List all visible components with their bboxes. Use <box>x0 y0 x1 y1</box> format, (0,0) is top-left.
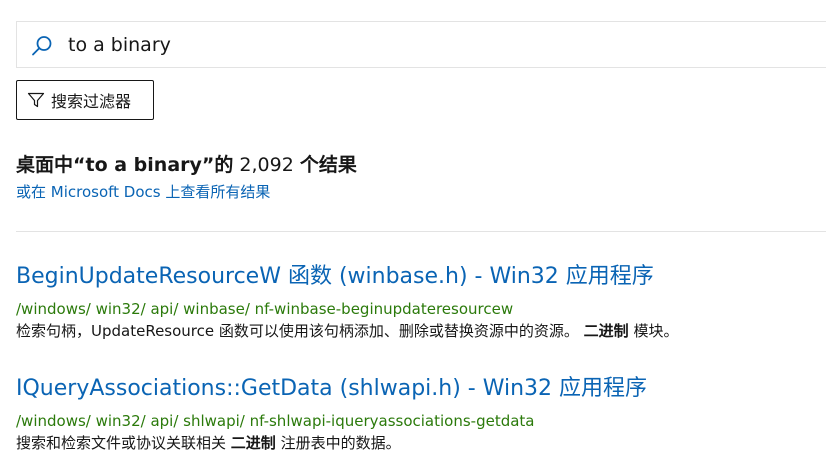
result-path: /windows/ win32/ api/ shlwapi/ nf-shlwap… <box>16 412 535 430</box>
result-description-highlight: 二进制 <box>583 322 629 340</box>
results-heading-prefix: 桌面中“to a binary”的 <box>16 154 234 176</box>
search-input[interactable] <box>68 31 768 59</box>
result-description: 搜索和检索文件或协议关联相关 二进制 注册表中的数据。 <box>16 432 826 454</box>
result-title-link[interactable]: BeginUpdateResourceW 函数 (winbase.h) - Wi… <box>16 262 826 292</box>
results-heading-suffix: 个结果 <box>299 154 357 176</box>
result-description-text: 搜索和检索文件或协议关联相关 <box>16 434 231 452</box>
results-count: 2,092 <box>233 154 300 176</box>
result-description-text-end: 模块。 <box>628 322 679 340</box>
search-result: IQueryAssociations::GetData (shlwapi.h) … <box>16 374 826 454</box>
divider <box>16 231 826 232</box>
result-description: 检索句柄，UpdateResource 函数可以使用该句柄添加、删除或替换资源中… <box>16 320 826 342</box>
result-description-highlight: 二进制 <box>230 434 276 452</box>
view-all-on-docs-link[interactable]: 或在 Microsoft Docs 上查看所有结果 <box>16 181 270 202</box>
search-results-page: 搜索过滤器 桌面中“to a binary”的 2,092 个结果 或在 Mic… <box>0 0 826 460</box>
search-filter-button[interactable]: 搜索过滤器 <box>16 80 154 120</box>
result-description-text-end: 注册表中的数据。 <box>275 434 401 452</box>
search-box[interactable] <box>16 21 826 68</box>
result-path: /windows/ win32/ api/ winbase/ nf-winbas… <box>16 300 514 318</box>
search-filter-label: 搜索过滤器 <box>51 92 132 111</box>
results-heading: 桌面中“to a binary”的 2,092 个结果 <box>16 150 357 177</box>
search-result: BeginUpdateResourceW 函数 (winbase.h) - Wi… <box>16 262 826 342</box>
search-icon <box>32 36 52 56</box>
result-description-text: 检索句柄，UpdateResource 函数可以使用该句柄添加、删除或替换资源中… <box>16 322 584 340</box>
filter-icon <box>27 92 45 108</box>
result-title-link[interactable]: IQueryAssociations::GetData (shlwapi.h) … <box>16 374 826 404</box>
